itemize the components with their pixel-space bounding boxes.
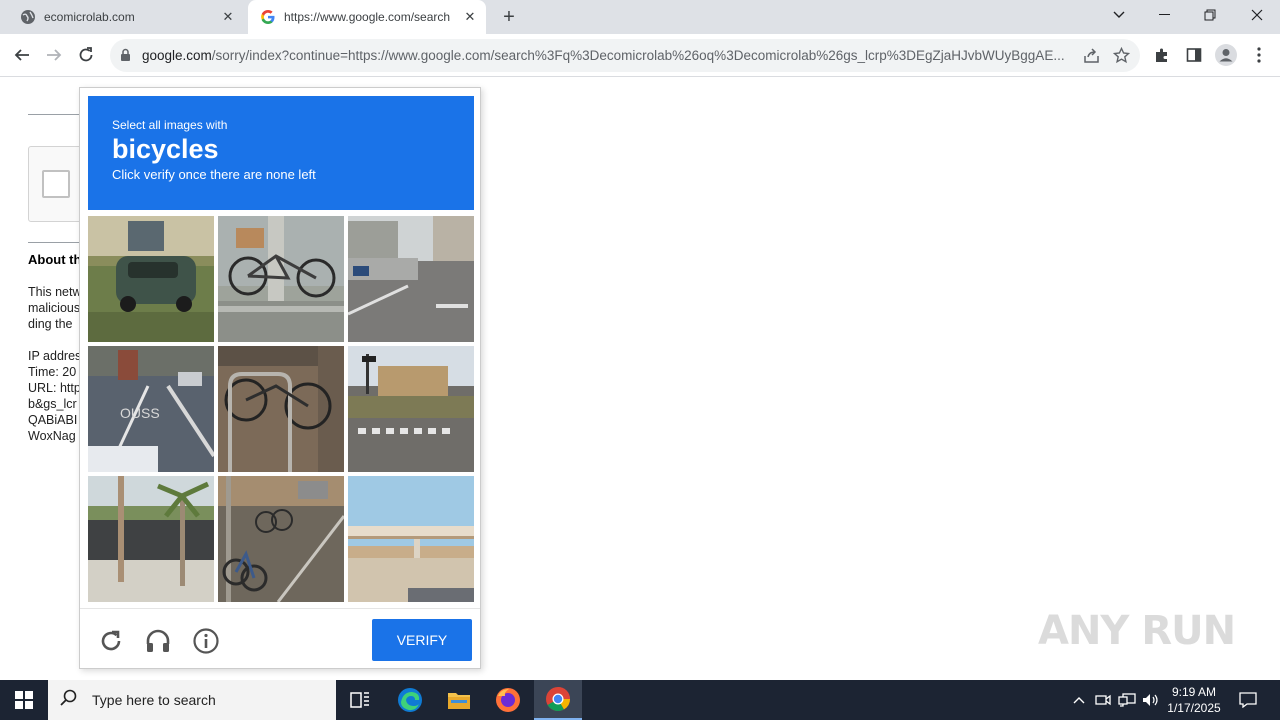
forward-arrow-icon[interactable] [41,42,67,68]
volume-icon[interactable] [1140,680,1162,720]
search-icon [60,689,78,712]
extensions-puzzle-icon[interactable] [1149,42,1175,68]
url-host: google.com [142,48,212,63]
image-tile[interactable]: OUSS [88,346,214,472]
browser-toolbar: google.com/sorry/index?continue=https://… [0,34,1280,77]
restore-icon[interactable] [1187,0,1233,30]
notifications-icon[interactable] [1234,680,1262,720]
edge-browser-icon[interactable] [386,680,434,720]
tile-image [88,476,214,602]
globe-icon [20,9,36,25]
tile-image [218,476,344,602]
file-explorer-folder-icon[interactable] [435,680,483,720]
text-line: URL: http [28,381,80,395]
tab-ecomicrolab[interactable]: ecomicrolab.com ✕ [8,0,244,34]
tab-search-chevron-icon[interactable] [1096,0,1142,30]
windows-taskbar: Type here to search 9:19 AM 1/17/2025 [0,680,1280,720]
text-line: ding the [28,317,73,331]
tile-image [348,216,474,342]
chrome-icon[interactable] [534,680,582,720]
image-tile[interactable] [218,216,344,342]
reload-icon[interactable] [73,42,99,68]
url-path: /sorry/index?continue=https://www.google… [211,48,1065,63]
url-text: google.com/sorry/index?continue=https://… [142,48,1072,63]
close-tab-icon[interactable]: ✕ [462,9,478,25]
challenge-header: Select all images with bicycles Click ve… [88,96,474,210]
recaptcha-checkbox[interactable] [42,170,70,198]
meet-now-icon[interactable] [1092,680,1114,720]
share-icon[interactable] [1083,47,1100,69]
side-panel-icon[interactable] [1181,42,1207,68]
clock-time: 9:19 AM [1171,685,1217,699]
anyrun-watermark: ANY RUN [1038,608,1236,654]
image-tile[interactable] [348,346,474,472]
image-tile[interactable] [348,216,474,342]
taskbar-search-placeholder: Type here to search [92,692,216,708]
taskbar-search-box[interactable]: Type here to search [48,680,336,720]
target-object-label: bicycles [112,134,219,164]
text-line: Time: 20 [28,365,77,379]
instruction-subtext: Click verify once there are none left [112,167,316,182]
verify-button[interactable]: VERIFY [372,619,472,661]
text-line: b&gs_lcr [28,397,77,411]
minimize-icon[interactable] [1141,0,1187,30]
tile-image: OUSS [88,346,214,472]
firefox-icon[interactable] [484,680,532,720]
menu-kebab-icon[interactable] [1246,42,1272,68]
divider [28,114,80,115]
tile-image [88,216,214,342]
request-info-text: IP addres Time: 20 URL: http b&gs_lcr QA… [28,348,80,444]
google-icon [260,9,276,25]
captcha-challenge-dialog: Select all images with bicycles Click ve… [79,87,481,669]
info-icon[interactable] [192,627,220,655]
windows-start-icon[interactable] [0,680,48,720]
show-hidden-icons-chevron-icon[interactable] [1068,680,1090,720]
text-line: IP addres [28,349,80,363]
explanation-text: This netw malicious ding the [28,284,80,332]
instruction-text: Select all images with [112,118,228,132]
tile-image [218,346,344,472]
text-line: QABiABI [28,413,78,427]
image-tile[interactable] [88,476,214,602]
bookmark-star-icon[interactable] [1112,46,1131,69]
tab-title: https://www.google.com/search [284,10,451,24]
road-marking: OUSS [120,405,160,421]
tab-google-search[interactable]: https://www.google.com/search ✕ [248,0,486,34]
tab-title: ecomicrolab.com [44,10,135,24]
close-window-icon[interactable] [1234,0,1280,30]
image-grid: OUSS [88,216,474,602]
text-line: malicious [28,301,80,315]
audio-challenge-headphones-icon[interactable] [144,627,172,655]
taskbar-clock[interactable]: 9:19 AM 1/17/2025 [1162,684,1226,716]
lock-icon[interactable] [120,48,131,67]
back-arrow-icon[interactable] [9,42,35,68]
task-view-icon[interactable] [336,680,384,720]
image-tile[interactable] [88,216,214,342]
challenge-footer: VERIFY [80,608,480,668]
image-tile[interactable] [348,476,474,602]
new-tab-button[interactable]: + [498,6,520,28]
profile-avatar-icon[interactable] [1213,42,1239,68]
tab-strip: ecomicrolab.com ✕ https://www.google.com… [0,0,1280,34]
reload-challenge-icon[interactable] [97,627,125,655]
network-icon[interactable] [1116,680,1138,720]
about-heading: About th [28,252,80,267]
close-tab-icon[interactable]: ✕ [220,9,236,25]
image-tile[interactable] [218,476,344,602]
clock-date: 1/17/2025 [1167,701,1221,715]
address-bar[interactable]: google.com/sorry/index?continue=https://… [110,39,1140,72]
image-tile[interactable] [218,346,344,472]
text-line: This netw [28,285,80,299]
divider [28,242,80,243]
tile-image [348,346,474,472]
tile-image [218,216,344,342]
tile-image [348,476,474,602]
text-line: WoxNag [28,429,76,443]
